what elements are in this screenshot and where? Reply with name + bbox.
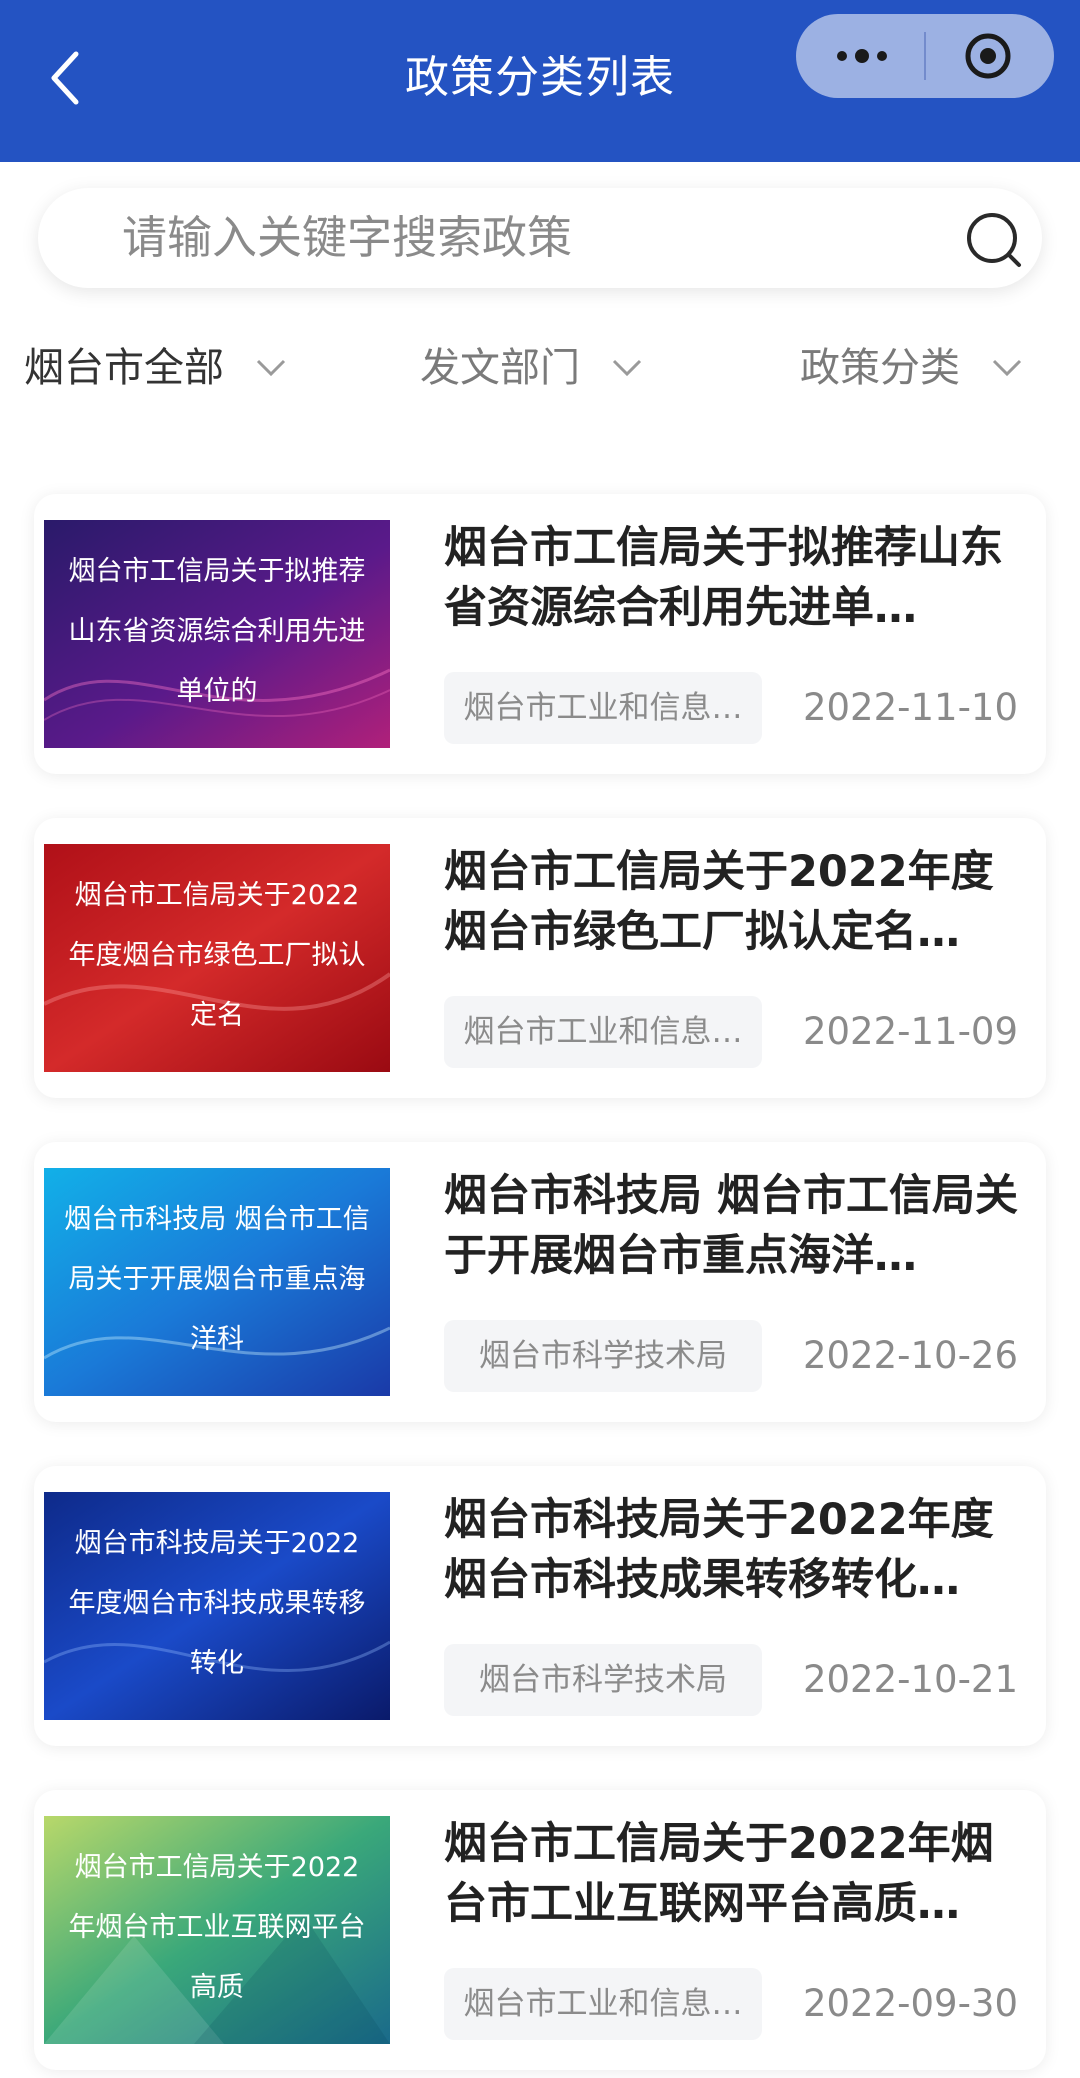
policy-title: 烟台市工信局关于拟推荐山东省资源综合利用先进单… xyxy=(444,523,1003,633)
mini-program-capsule xyxy=(796,14,1054,98)
policy-card[interactable]: 烟台市科技局关于2022年度烟台市科技成果转移转化 烟台市科技局关于2022年度… xyxy=(34,1466,1046,1746)
filter-category[interactable]: 政策分类 xyxy=(800,338,1022,398)
header-bar: 政策分类列表 xyxy=(0,0,1080,162)
filter-city[interactable]: 烟台市全部 xyxy=(24,338,286,398)
chevron-down-icon xyxy=(992,359,1022,377)
thumbnail-text: 烟台市工信局关于2022年烟台市工业互联网平台高质 xyxy=(68,1852,366,2003)
policy-title: 烟台市工信局关于2022年烟台市工业互联网平台高质… xyxy=(444,1819,994,1929)
department-tag: 烟台市科学技术局 xyxy=(444,1320,762,1392)
thumbnail-text: 烟台市科技局关于2022年度烟台市科技成果转移转化 xyxy=(68,1528,366,1679)
policy-thumbnail: 烟台市工信局关于拟推荐山东省资源综合利用先进单位的 xyxy=(44,520,390,748)
policy-thumbnail: 烟台市工信局关于2022年烟台市工业互联网平台高质 xyxy=(44,1816,390,2044)
policy-date: 2022-11-09 xyxy=(802,1010,1018,1053)
policy-date: 2022-10-26 xyxy=(802,1334,1018,1377)
thumbnail-text: 烟台市工信局关于2022年度烟台市绿色工厂拟认定名 xyxy=(68,880,366,1031)
department-tag: 烟台市工业和信息… xyxy=(444,1968,762,2040)
search-input[interactable]: 请输入关键字搜索政策 xyxy=(122,208,572,268)
close-target-icon[interactable] xyxy=(964,32,1012,80)
thumbnail-text: 烟台市工信局关于拟推荐山东省资源综合利用先进单位的 xyxy=(68,556,366,707)
search-icon[interactable] xyxy=(964,210,1026,272)
policy-card[interactable]: 烟台市工信局关于2022年烟台市工业互联网平台高质 烟台市工信局关于2022年烟… xyxy=(34,1790,1046,2070)
department-tag: 烟台市科学技术局 xyxy=(444,1644,762,1716)
chevron-down-icon xyxy=(256,359,286,377)
filter-city-label: 烟台市全部 xyxy=(24,345,224,391)
chevron-down-icon xyxy=(612,359,642,377)
policy-title: 烟台市科技局 烟台市工信局关于开展烟台市重点海洋… xyxy=(444,1171,1018,1281)
policy-thumbnail: 烟台市科技局 烟台市工信局关于开展烟台市重点海洋科 xyxy=(44,1168,390,1396)
thumbnail-text: 烟台市科技局 烟台市工信局关于开展烟台市重点海洋科 xyxy=(64,1204,370,1355)
filter-department-label: 发文部门 xyxy=(420,345,580,391)
policy-thumbnail: 烟台市工信局关于2022年度烟台市绿色工厂拟认定名 xyxy=(44,844,390,1072)
policy-card[interactable]: 烟台市工信局关于2022年度烟台市绿色工厂拟认定名 烟台市工信局关于2022年度… xyxy=(34,818,1046,1098)
policy-date: 2022-09-30 xyxy=(802,1982,1018,2025)
policy-card[interactable]: 烟台市工信局关于拟推荐山东省资源综合利用先进单位的 烟台市工信局关于拟推荐山东省… xyxy=(34,494,1046,774)
policy-card[interactable]: 烟台市科技局 烟台市工信局关于开展烟台市重点海洋科 烟台市科技局 烟台市工信局关… xyxy=(34,1142,1046,1422)
policy-title: 烟台市工信局关于2022年度烟台市绿色工厂拟认定名… xyxy=(444,847,994,957)
department-tag: 烟台市工业和信息… xyxy=(444,672,762,744)
policy-date: 2022-10-21 xyxy=(802,1658,1018,1701)
capsule-divider xyxy=(924,32,926,80)
policy-date: 2022-11-10 xyxy=(802,686,1018,729)
filter-category-label: 政策分类 xyxy=(800,345,960,391)
policy-thumbnail: 烟台市科技局关于2022年度烟台市科技成果转移转化 xyxy=(44,1492,390,1720)
filter-department[interactable]: 发文部门 xyxy=(420,338,642,398)
search-bar[interactable]: 请输入关键字搜索政策 xyxy=(38,188,1042,288)
more-icon[interactable] xyxy=(834,44,890,68)
department-tag: 烟台市工业和信息… xyxy=(444,996,762,1068)
policy-title: 烟台市科技局关于2022年度烟台市科技成果转移转化… xyxy=(444,1495,994,1605)
